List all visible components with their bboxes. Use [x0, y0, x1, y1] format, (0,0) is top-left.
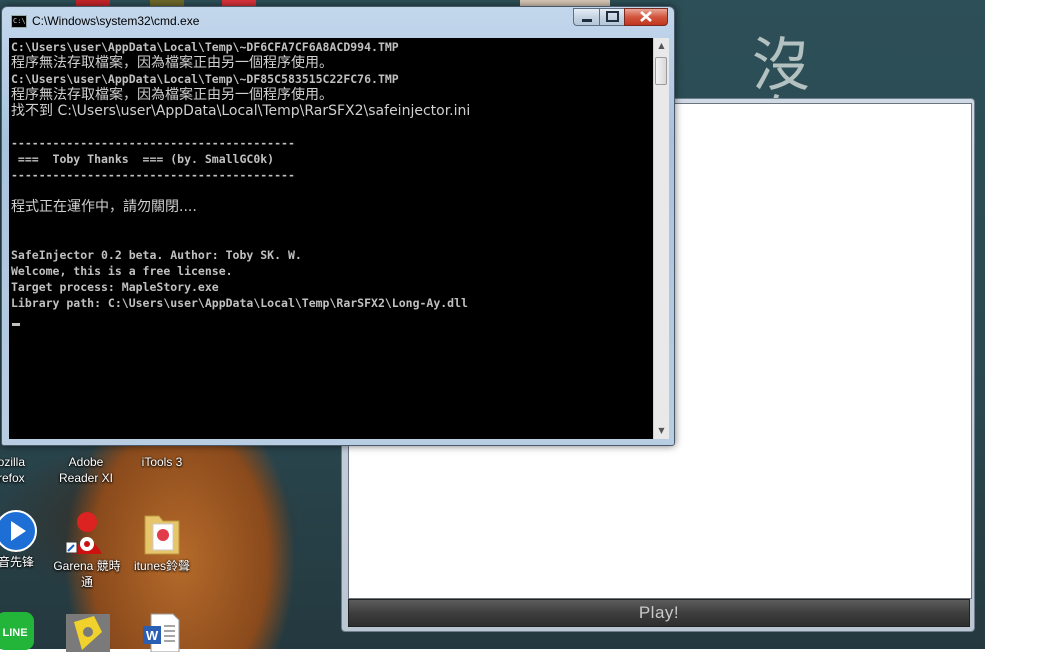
- console-line: ----------------------------------------…: [11, 168, 295, 182]
- text-cursor: [12, 323, 20, 326]
- console-line: 程式正在運作中，請勿關閉....: [11, 199, 197, 215]
- icon-label: lozilla irefox: [0, 455, 25, 485]
- cmd-app-icon[interactable]: C:\: [11, 15, 27, 28]
- word-document-icon: W: [139, 612, 185, 653]
- console-line: 程序無法存取檔案，因為檔案正由另一個程序使用。: [11, 55, 333, 71]
- close-icon: [640, 11, 652, 22]
- window-title: C:\Windows\system32\cmd.exe: [32, 14, 200, 28]
- title-bar[interactable]: C:\ C:\Windows\system32\cmd.exe: [2, 7, 674, 37]
- console-lines: C:\Users\user\AppData\Local\Temp\~DF6CFA…: [11, 39, 470, 311]
- desktop-icon-garena[interactable]: Garena 競時 通: [47, 508, 127, 590]
- yellow-app-icon: [64, 612, 110, 652]
- maximize-icon: [605, 11, 619, 22]
- cmd-window: C:\ C:\Windows\system32\cmd.exe C:\Users…: [1, 6, 675, 446]
- scroll-thumb[interactable]: [655, 57, 667, 85]
- console-line: === Toby Thanks === (by. SmallGC0k): [11, 152, 275, 166]
- console-line: Welcome, this is a free license.: [11, 264, 233, 278]
- console-line: ----------------------------------------…: [11, 136, 295, 150]
- console-line: SafeInjector 0.2 beta. Author: Toby SK. …: [11, 248, 302, 262]
- play-button[interactable]: Play!: [348, 599, 970, 627]
- vertical-scrollbar[interactable]: ▲ ▼: [653, 38, 669, 439]
- maximize-button[interactable]: [599, 8, 624, 26]
- icon-label: Garena 競時 通: [53, 559, 121, 589]
- desktop-icon-adobe-reader[interactable]: Adobe Reader XI: [46, 454, 126, 486]
- desktop-icon-itools[interactable]: iTools 3: [122, 454, 202, 470]
- minimize-button[interactable]: [573, 8, 599, 26]
- close-button[interactable]: [624, 8, 668, 26]
- garena-icon: [64, 508, 110, 558]
- desktop-icon-yellow-app[interactable]: [47, 612, 127, 652]
- svg-text:W: W: [146, 628, 159, 643]
- svg-text:LINE: LINE: [2, 627, 27, 639]
- icon-label: iTools 3: [141, 455, 183, 469]
- caption-buttons: [573, 8, 668, 27]
- desktop-icon-word[interactable]: W: [122, 612, 202, 653]
- folder-icon: [139, 508, 185, 558]
- console-line: C:\Users\user\AppData\Local\Temp\~DF85C5…: [11, 72, 399, 86]
- console-line: Target process: MapleStory.exe: [11, 280, 219, 294]
- minimize-icon: [581, 19, 592, 22]
- console-line: C:\Users\user\AppData\Local\Temp\~DF6CFA…: [11, 40, 399, 54]
- desktop-icon-itunes-folder[interactable]: itunes鈴聲: [122, 508, 202, 574]
- icon-label: itunes鈴聲: [133, 559, 191, 573]
- line-icon: LINE: [0, 610, 39, 650]
- media-player-icon: [0, 508, 39, 554]
- console-line: 找不到 C:\Users\user\AppData\Local\Temp\Rar…: [11, 103, 471, 119]
- icon-label: Adobe Reader XI: [58, 455, 114, 485]
- console-line: Library path: C:\Users\user\AppData\Loca…: [11, 296, 468, 310]
- scroll-up-icon[interactable]: ▲: [654, 38, 669, 54]
- desktop-icon-firefox[interactable]: lozilla irefox: [0, 454, 50, 486]
- scroll-down-icon[interactable]: ▼: [654, 423, 669, 439]
- console-output[interactable]: C:\Users\user\AppData\Local\Temp\~DF6CFA…: [9, 38, 653, 439]
- console-line: 程序無法存取檔案，因為檔案正由另一個程序使用。: [11, 87, 333, 103]
